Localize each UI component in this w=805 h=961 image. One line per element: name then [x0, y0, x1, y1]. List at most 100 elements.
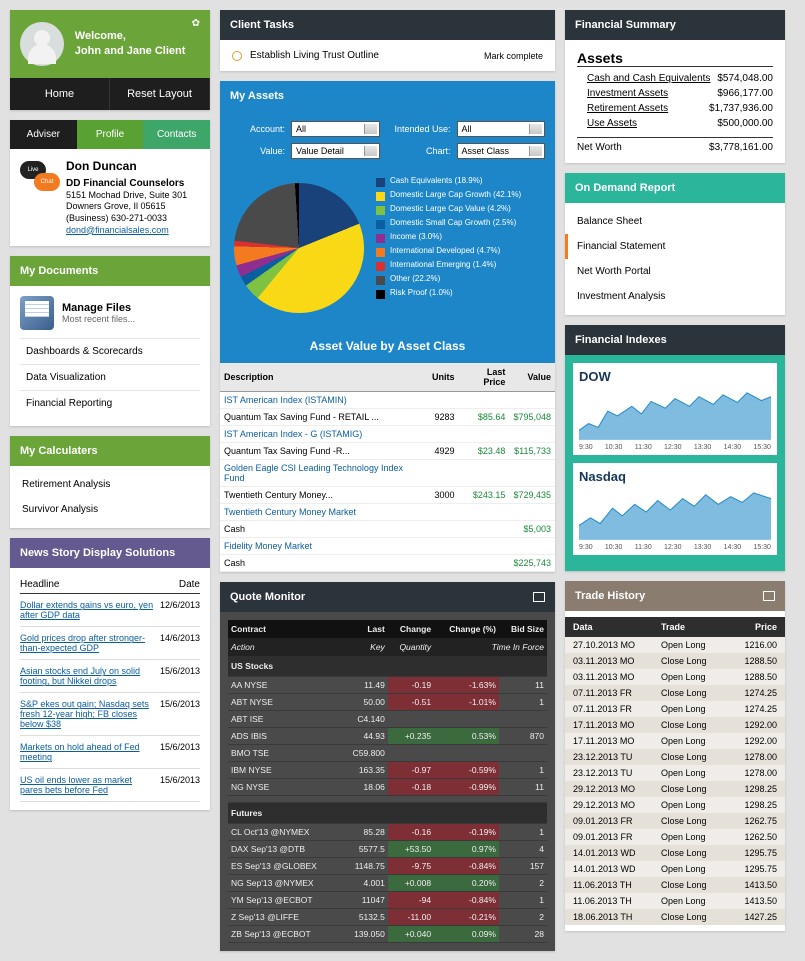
- net-worth-label: Net Worth: [577, 142, 622, 153]
- dow-title: DOW: [579, 369, 771, 384]
- quote-monitor-card: Quote Monitor Contract Last Change Chang…: [220, 582, 555, 951]
- trade-row: 29.12.2013 MOClose Long1298.25: [565, 781, 785, 797]
- net-worth-value: $3,778,161.00: [709, 142, 773, 153]
- chart-select[interactable]: Asset Class: [457, 143, 546, 159]
- news-row[interactable]: Gold prices drop after stronger-than-exp…: [20, 627, 200, 660]
- asset-row: Cash$5,003: [220, 521, 555, 538]
- asset-row: Golden Eagle CSI Leading Technology Inde…: [220, 460, 555, 487]
- quote-row: BMO TSEC59.800: [228, 745, 547, 762]
- document-item[interactable]: Dashboards & Scorecards: [20, 338, 200, 364]
- my-calculators-header: My Calculaters: [10, 436, 210, 466]
- adviser-email[interactable]: dond@financialsales.com: [66, 225, 187, 237]
- window-icon[interactable]: [533, 592, 545, 602]
- th-col-trade: Trade: [661, 622, 731, 632]
- legend-item: Other (22.2%): [376, 275, 547, 285]
- trade-row: 29.12.2013 MOOpen Long1298.25: [565, 797, 785, 813]
- trade-row: 11.06.2013 THOpen Long1413.50: [565, 893, 785, 909]
- intended-use-select[interactable]: All: [457, 121, 546, 137]
- news-row[interactable]: Asian stocks end July on solid footing, …: [20, 660, 200, 693]
- asset-row: Quantum Tax Saving Fund - RETAIL ...9283…: [220, 409, 555, 426]
- qm-col-change-pct: Change (%): [434, 620, 499, 638]
- financial-indexes-card: Financial Indexes DOW 9:3010:3011:3012:3…: [565, 325, 785, 571]
- pie-legend: Cash Equivalents (18.9%) Domestic Large C…: [376, 177, 547, 327]
- news-row[interactable]: Markets on hold ahead of Fed meeting15/6…: [20, 736, 200, 769]
- report-item[interactable]: Financial Statement: [565, 234, 785, 259]
- report-item[interactable]: Net Worth Portal: [565, 259, 785, 284]
- on-demand-report-card: On Demand Report Balance SheetFinancial …: [565, 173, 785, 315]
- news-row[interactable]: S&P ekes out gain; Nasdaq sets fresh 12-…: [20, 693, 200, 736]
- news-row[interactable]: US oil ends lower as market pares bets b…: [20, 769, 200, 802]
- calculator-item[interactable]: Retirement Analysis: [10, 472, 210, 497]
- nasdaq-chart: [579, 486, 771, 541]
- mark-complete-button[interactable]: Mark complete: [484, 51, 543, 61]
- trade-row: 09.01.2013 FRClose Long1262.75: [565, 813, 785, 829]
- nasdaq-title: Nasdaq: [579, 469, 771, 484]
- asset-row: IST American Index - G (ISTAMIG): [220, 426, 555, 443]
- adviser-company: DD Financial Counselors: [66, 177, 187, 190]
- report-item[interactable]: Investment Analysis: [565, 284, 785, 309]
- tab-adviser[interactable]: Adviser: [10, 120, 77, 149]
- document-item[interactable]: Financial Reporting: [20, 390, 200, 416]
- summary-row: Use Assets$500,000.00: [577, 116, 773, 131]
- qm-col-quantity: Quantity: [388, 638, 434, 656]
- chart-label: Chart:: [386, 146, 451, 156]
- quote-row: ABT NYSE50.00-0.51-1.01%1: [228, 694, 547, 711]
- quote-row: YM Sep'13 @ECBOT11047-94-0.84%1: [228, 892, 547, 909]
- qm-col-key: Key: [341, 638, 388, 656]
- my-assets-header: My Assets: [220, 81, 555, 111]
- summary-row: Investment Assets$966,177.00: [577, 86, 773, 101]
- manage-files-link[interactable]: Manage Files: [62, 302, 135, 314]
- legend-item: International Emerging (1.4%): [376, 261, 547, 271]
- asset-row: Quantum Tax Saving Fund -R...4929$23.48$…: [220, 443, 555, 460]
- my-documents-header: My Documents: [10, 256, 210, 286]
- trade-history-header: Trade History: [575, 590, 645, 602]
- dow-panel: DOW 9:3010:3011:3012:3013:3014:3015:30: [573, 363, 777, 455]
- assets-heading: Assets: [577, 50, 773, 67]
- legend-item: Domestic Large Cap Value (4.2%): [376, 205, 547, 215]
- quote-row: ADS IBIS44.93+0.2350.53%870: [228, 728, 547, 745]
- account-label: Account:: [230, 124, 285, 134]
- trade-row: 03.11.2013 MOOpen Long1288.50: [565, 669, 785, 685]
- client-tasks-card: Client Tasks Establish Living Trust Outl…: [220, 10, 555, 71]
- trade-row: 23.12.2013 TUClose Long1278.00: [565, 749, 785, 765]
- trade-row: 07.11.2013 FROpen Long1274.25: [565, 701, 785, 717]
- account-select[interactable]: All: [291, 121, 380, 137]
- report-item[interactable]: Balance Sheet: [565, 209, 785, 234]
- legend-item: Cash Equivalents (18.9%): [376, 177, 547, 187]
- tab-profile[interactable]: Profile: [77, 120, 144, 149]
- client-tasks-header: Client Tasks: [220, 10, 555, 40]
- qm-col-tif: Time In Force: [434, 638, 547, 656]
- window-icon[interactable]: [763, 591, 775, 601]
- tab-contacts[interactable]: Contacts: [143, 120, 210, 149]
- trade-row: 27.10.2013 MOOpen Long1216.00: [565, 637, 785, 653]
- my-calculators-card: My Calculaters Retirement AnalysisSurviv…: [10, 436, 210, 528]
- my-documents-card: My Documents Manage Files Most recent fi…: [10, 256, 210, 426]
- quote-row: IBM NYSE163.35-0.97-0.59%1: [228, 762, 547, 779]
- col-units: Units: [428, 363, 459, 392]
- reset-layout-button[interactable]: Reset Layout: [110, 78, 210, 110]
- trade-row: 18.06.2013 THClose Long1427.25: [565, 909, 785, 925]
- document-item[interactable]: Data Visualization: [20, 364, 200, 390]
- asset-row: Cash$225,743: [220, 555, 555, 572]
- financial-summary-header: Financial Summary: [565, 10, 785, 40]
- live-chat-icon[interactable]: Live Chat: [20, 159, 58, 197]
- calculator-item[interactable]: Survivor Analysis: [10, 497, 210, 522]
- value-select[interactable]: Value Detail: [291, 143, 380, 159]
- legend-item: Domestic Large Cap Growth (42.1%): [376, 191, 547, 201]
- trade-row: 09.01.2013 FROpen Long1262.50: [565, 829, 785, 845]
- home-button[interactable]: Home: [10, 78, 110, 110]
- news-row[interactable]: Dollar extends gains vs euro, yen after …: [20, 594, 200, 627]
- task-status-icon: [232, 51, 242, 61]
- value-label: Value:: [230, 146, 285, 156]
- col-value: Value: [509, 363, 555, 392]
- news-header: News Story Display Solutions: [10, 538, 210, 568]
- col-description: Description: [220, 363, 428, 392]
- quote-row: ZB Sep'13 @ECBOT139.050+0.0400.09%28: [228, 926, 547, 943]
- files-icon: [20, 296, 54, 330]
- quote-monitor-header: Quote Monitor: [230, 591, 305, 603]
- news-card: News Story Display Solutions Headline Da…: [10, 538, 210, 810]
- welcome-line2: John and Jane Client: [75, 45, 186, 57]
- quote-row: CL Oct'13 @NYMEX85.28-0.16-0.19%1: [228, 824, 547, 841]
- gear-icon[interactable]: ✿: [192, 18, 200, 29]
- asset-row: Fidelity Money Market: [220, 538, 555, 555]
